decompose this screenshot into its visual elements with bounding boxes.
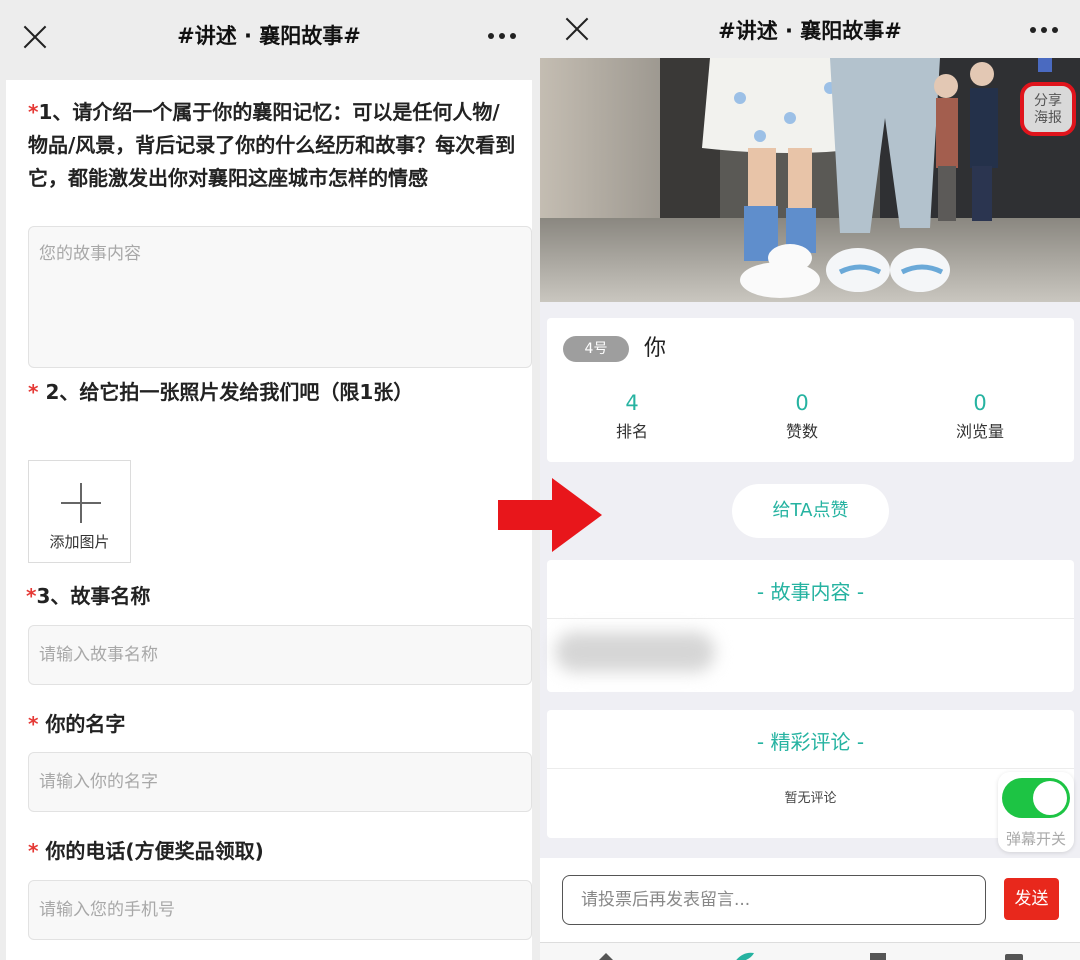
stat-views-value: 0 bbox=[973, 391, 987, 415]
question-2: * 2、给它拍一张照片发给我们吧（限1张） bbox=[28, 376, 413, 405]
profile-card: 4号 你 4 排名 0 赞数 0 浏览量 bbox=[547, 318, 1074, 462]
required-mark: * bbox=[28, 100, 39, 124]
required-mark: * bbox=[26, 584, 37, 608]
blurred-story-text bbox=[555, 632, 715, 672]
question-3-label: 3、故事名称 bbox=[36, 584, 151, 608]
add-image-label: 添加图片 bbox=[49, 533, 110, 551]
required-mark: * bbox=[28, 380, 39, 404]
bottom-tab-bar bbox=[540, 942, 1080, 960]
share-label-line1: 分享 bbox=[1034, 93, 1062, 109]
question-1-label: 1、请介绍一个属于你的襄阳记忆：可以是任何人物/物品/风景，背后记录了你的什么经… bbox=[28, 100, 516, 190]
danmaku-toggle-switch[interactable] bbox=[1002, 778, 1070, 818]
send-button[interactable]: 发送 bbox=[1004, 878, 1059, 920]
left-panel-form-page: #讲述 · 襄阳故事# *1、请介绍一个属于你的襄阳记忆：可以是任何人物/物品/… bbox=[0, 0, 538, 960]
stat-likes-value: 0 bbox=[795, 391, 809, 415]
home-icon[interactable] bbox=[594, 949, 618, 960]
message-input[interactable]: 请投票后再发表留言... bbox=[562, 875, 986, 925]
story-photo-illustration bbox=[540, 58, 1080, 302]
stat-views-label: 浏览量 bbox=[955, 422, 1004, 441]
name-question-label: 你的名字 bbox=[45, 712, 126, 736]
profile-icon[interactable] bbox=[1002, 949, 1026, 960]
page-title: #讲述 · 襄阳故事# bbox=[177, 24, 361, 48]
leaf-icon[interactable] bbox=[732, 949, 756, 960]
left-top-bar: #讲述 · 襄阳故事# bbox=[0, 0, 538, 74]
divider bbox=[547, 618, 1074, 619]
more-options-icon[interactable] bbox=[488, 24, 516, 48]
entry-number-badge: 4号 bbox=[563, 336, 629, 362]
stat-rank-label: 排名 bbox=[615, 422, 648, 441]
share-label-line2: 海报 bbox=[1034, 110, 1062, 126]
question-2-label: 2、给它拍一张照片发给我们吧（限1张） bbox=[45, 380, 414, 404]
like-button[interactable]: 给TA点赞 bbox=[732, 484, 889, 538]
story-name-input[interactable]: 请输入故事名称 bbox=[28, 625, 532, 685]
story-content-textarea[interactable]: 您的故事内容 bbox=[28, 226, 532, 368]
danmaku-toggle-label: 弹幕开关 bbox=[1005, 830, 1066, 848]
stat-views: 0 浏览量 bbox=[920, 390, 1040, 442]
divider bbox=[547, 768, 1074, 769]
name-input[interactable]: 请输入你的名字 bbox=[28, 752, 532, 812]
name-question: * 你的名字 bbox=[28, 708, 125, 737]
no-comments-text: 暂无评论 bbox=[784, 791, 837, 806]
share-poster-button[interactable]: 分享 海报 bbox=[1020, 82, 1076, 136]
comments-card: - 精彩评论 - 暂无评论 bbox=[547, 710, 1074, 838]
message-bar: 请投票后再发表留言... 发送 bbox=[540, 858, 1080, 942]
question-1: *1、请介绍一个属于你的襄阳记忆：可以是任何人物/物品/风景，背后记录了你的什么… bbox=[28, 96, 518, 195]
screenshot-root: #讲述 · 襄阳故事# *1、请介绍一个属于你的襄阳记忆：可以是任何人物/物品/… bbox=[0, 0, 1080, 960]
page-title: #讲述 · 襄阳故事# bbox=[718, 19, 902, 43]
story-form: *1、请介绍一个属于你的襄阳记忆：可以是任何人物/物品/风景，背后记录了你的什么… bbox=[6, 80, 532, 960]
right-top-bar: #讲述 · 襄阳故事# bbox=[540, 0, 1080, 58]
stat-rank: 4 排名 bbox=[572, 390, 692, 442]
add-image-button[interactable]: 添加图片 bbox=[28, 460, 131, 563]
toggle-knob bbox=[1033, 781, 1067, 815]
stat-likes: 0 赞数 bbox=[742, 390, 862, 442]
required-mark: * bbox=[28, 712, 39, 736]
question-3: *3、故事名称 bbox=[26, 580, 150, 609]
phone-question-label: 你的电话(方便奖品领取) bbox=[45, 839, 264, 863]
red-arrow-icon bbox=[498, 478, 602, 552]
comments-title: - 精彩评论 - bbox=[756, 730, 865, 754]
danmaku-toggle-widget: 弹幕开关 bbox=[998, 772, 1074, 852]
required-mark: * bbox=[28, 839, 39, 863]
story-content-title: - 故事内容 - bbox=[756, 580, 865, 604]
more-options-icon[interactable] bbox=[1030, 20, 1058, 40]
author-name: 你 bbox=[644, 336, 667, 361]
phone-question: * 你的电话(方便奖品领取) bbox=[28, 835, 264, 864]
story-photo bbox=[540, 58, 1080, 302]
plus-icon bbox=[61, 483, 101, 523]
story-content-card: - 故事内容 - bbox=[547, 560, 1074, 692]
stat-rank-value: 4 bbox=[625, 391, 639, 415]
stat-likes-label: 赞数 bbox=[785, 422, 818, 441]
document-icon[interactable] bbox=[866, 949, 890, 960]
right-panel-story-page: #讲述 · 襄阳故事# 分享 海报 4号 你 4 排名 0 赞数 0 浏览量 给… bbox=[540, 0, 1080, 960]
phone-input[interactable]: 请输入您的手机号 bbox=[28, 880, 532, 940]
